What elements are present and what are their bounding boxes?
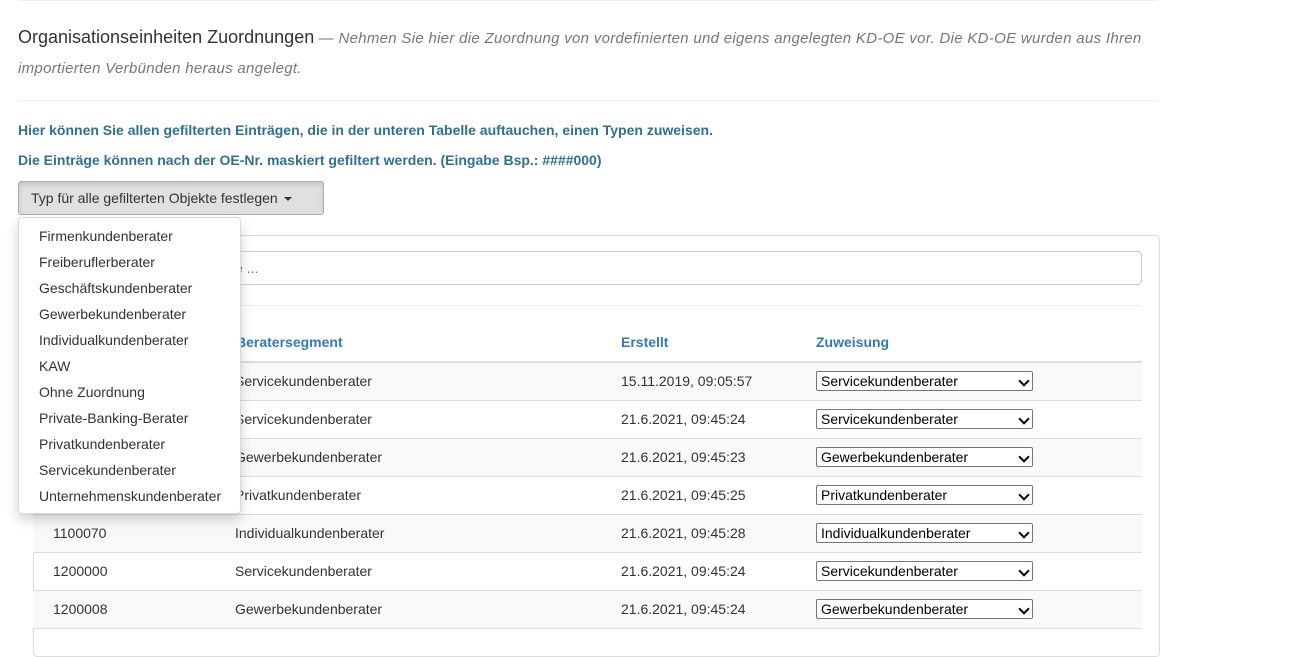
menu-item-ohne-zuordnung[interactable]: Ohne Zuordnung (19, 379, 240, 405)
info-text-filter: Die Einträge können nach der OE-Nr. mask… (18, 152, 602, 168)
assignment-select[interactable]: Gewerbekundenberater (816, 599, 1033, 619)
menu-item-individualkundenberater[interactable]: Individualkundenberater (19, 327, 240, 353)
segment-cell: Gewerbekundenberater (235, 601, 383, 617)
column-header-segment[interactable]: Beratersegment (236, 334, 343, 350)
top-divider (18, 0, 1158, 1)
menu-item-privatkundenberater[interactable]: Privatkundenberater (19, 431, 240, 457)
created-cell: 21.6.2021, 09:45:28 (621, 525, 746, 541)
chevron-down-icon (1018, 489, 1030, 501)
chevron-down-icon (1018, 375, 1030, 387)
set-type-dropdown-label: Typ für alle gefilterten Objekte festleg… (31, 190, 278, 206)
chevron-down-icon (1018, 527, 1030, 539)
page-title: Organisationseinheiten Zuordnungen (18, 27, 315, 47)
created-cell: 21.6.2021, 09:45:24 (621, 601, 746, 617)
menu-item-servicekundenberater[interactable]: Servicekundenberater (19, 457, 240, 483)
assignment-select[interactable]: Servicekundenberater (816, 371, 1033, 391)
assignment-select[interactable]: Gewerbekundenberater (816, 447, 1033, 467)
oe-number-cell: 1100070 (53, 525, 107, 541)
column-header-created[interactable]: Erstellt (621, 334, 668, 350)
table-row: 1200008 Gewerbekundenberater 21.6.2021, … (33, 591, 1142, 629)
assignment-select[interactable]: Servicekundenberater (816, 561, 1033, 581)
menu-item-kaw[interactable]: KAW (19, 353, 240, 379)
segment-cell: Servicekundenberater (235, 373, 372, 389)
assignment-select[interactable]: Servicekundenberater (816, 409, 1033, 429)
type-dropdown-menu: Firmenkundenberater Freiberuflerberater … (18, 217, 241, 514)
menu-item-firmenkundenberater[interactable]: Firmenkundenberater (19, 223, 240, 249)
heading-divider (18, 100, 1158, 101)
assignment-select[interactable]: Privatkundenberater (816, 485, 1033, 505)
assignment-select[interactable]: Individualkundenberater (816, 523, 1033, 543)
chevron-down-icon (1018, 603, 1030, 615)
menu-item-gewerbekundenberater[interactable]: Gewerbekundenberater (19, 301, 240, 327)
segment-cell: Gewerbekundenberater (235, 449, 383, 465)
menu-item-freiberuflerberater[interactable]: Freiberuflerberater (19, 249, 240, 275)
oe-number-cell: 1200000 (53, 563, 108, 579)
created-cell: 15.11.2019, 09:05:57 (621, 373, 753, 389)
assignment-select-value: Gewerbekundenberater (821, 601, 969, 617)
set-type-dropdown-button[interactable]: Typ für alle gefilterten Objekte festleg… (18, 181, 324, 215)
table-row: 1100070 Individualkundenberater 21.6.202… (33, 515, 1142, 553)
segment-cell: Servicekundenberater (235, 411, 372, 427)
info-text-assign: Hier können Sie allen gefilterten Einträ… (18, 122, 713, 138)
assignment-select-value: Servicekundenberater (821, 373, 958, 389)
page-heading: Organisationseinheiten Zuordnungen — Neh… (18, 22, 1158, 84)
assignment-select-value: Individualkundenberater (821, 525, 971, 541)
assignment-select-value: Gewerbekundenberater (821, 449, 969, 465)
segment-cell: Individualkundenberater (235, 525, 385, 541)
created-cell: 21.6.2021, 09:45:24 (621, 563, 746, 579)
assignment-select-value: Privatkundenberater (821, 487, 948, 503)
table-row: 1200000 Servicekundenberater 21.6.2021, … (33, 553, 1142, 591)
chevron-down-icon (1018, 565, 1030, 577)
segment-cell: Privatkundenberater (235, 487, 362, 503)
menu-item-private-banking-berater[interactable]: Private-Banking-Berater (19, 405, 240, 431)
oe-number-cell: 1200008 (53, 601, 108, 617)
created-cell: 21.6.2021, 09:45:25 (621, 487, 746, 503)
created-cell: 21.6.2021, 09:45:24 (621, 411, 746, 427)
assignment-select-value: Servicekundenberater (821, 411, 958, 427)
assignment-select-value: Servicekundenberater (821, 563, 958, 579)
created-cell: 21.6.2021, 09:45:23 (621, 449, 746, 465)
caret-down-icon (283, 197, 292, 202)
column-header-assignment[interactable]: Zuweisung (816, 334, 889, 350)
menu-item-unternehmenskundenberater[interactable]: Unternehmenskundenberater (19, 483, 240, 509)
segment-cell: Servicekundenberater (235, 563, 372, 579)
chevron-down-icon (1018, 451, 1030, 463)
chevron-down-icon (1018, 413, 1030, 425)
menu-item-geschaeftskundenberater[interactable]: Geschäftskundenberater (19, 275, 240, 301)
